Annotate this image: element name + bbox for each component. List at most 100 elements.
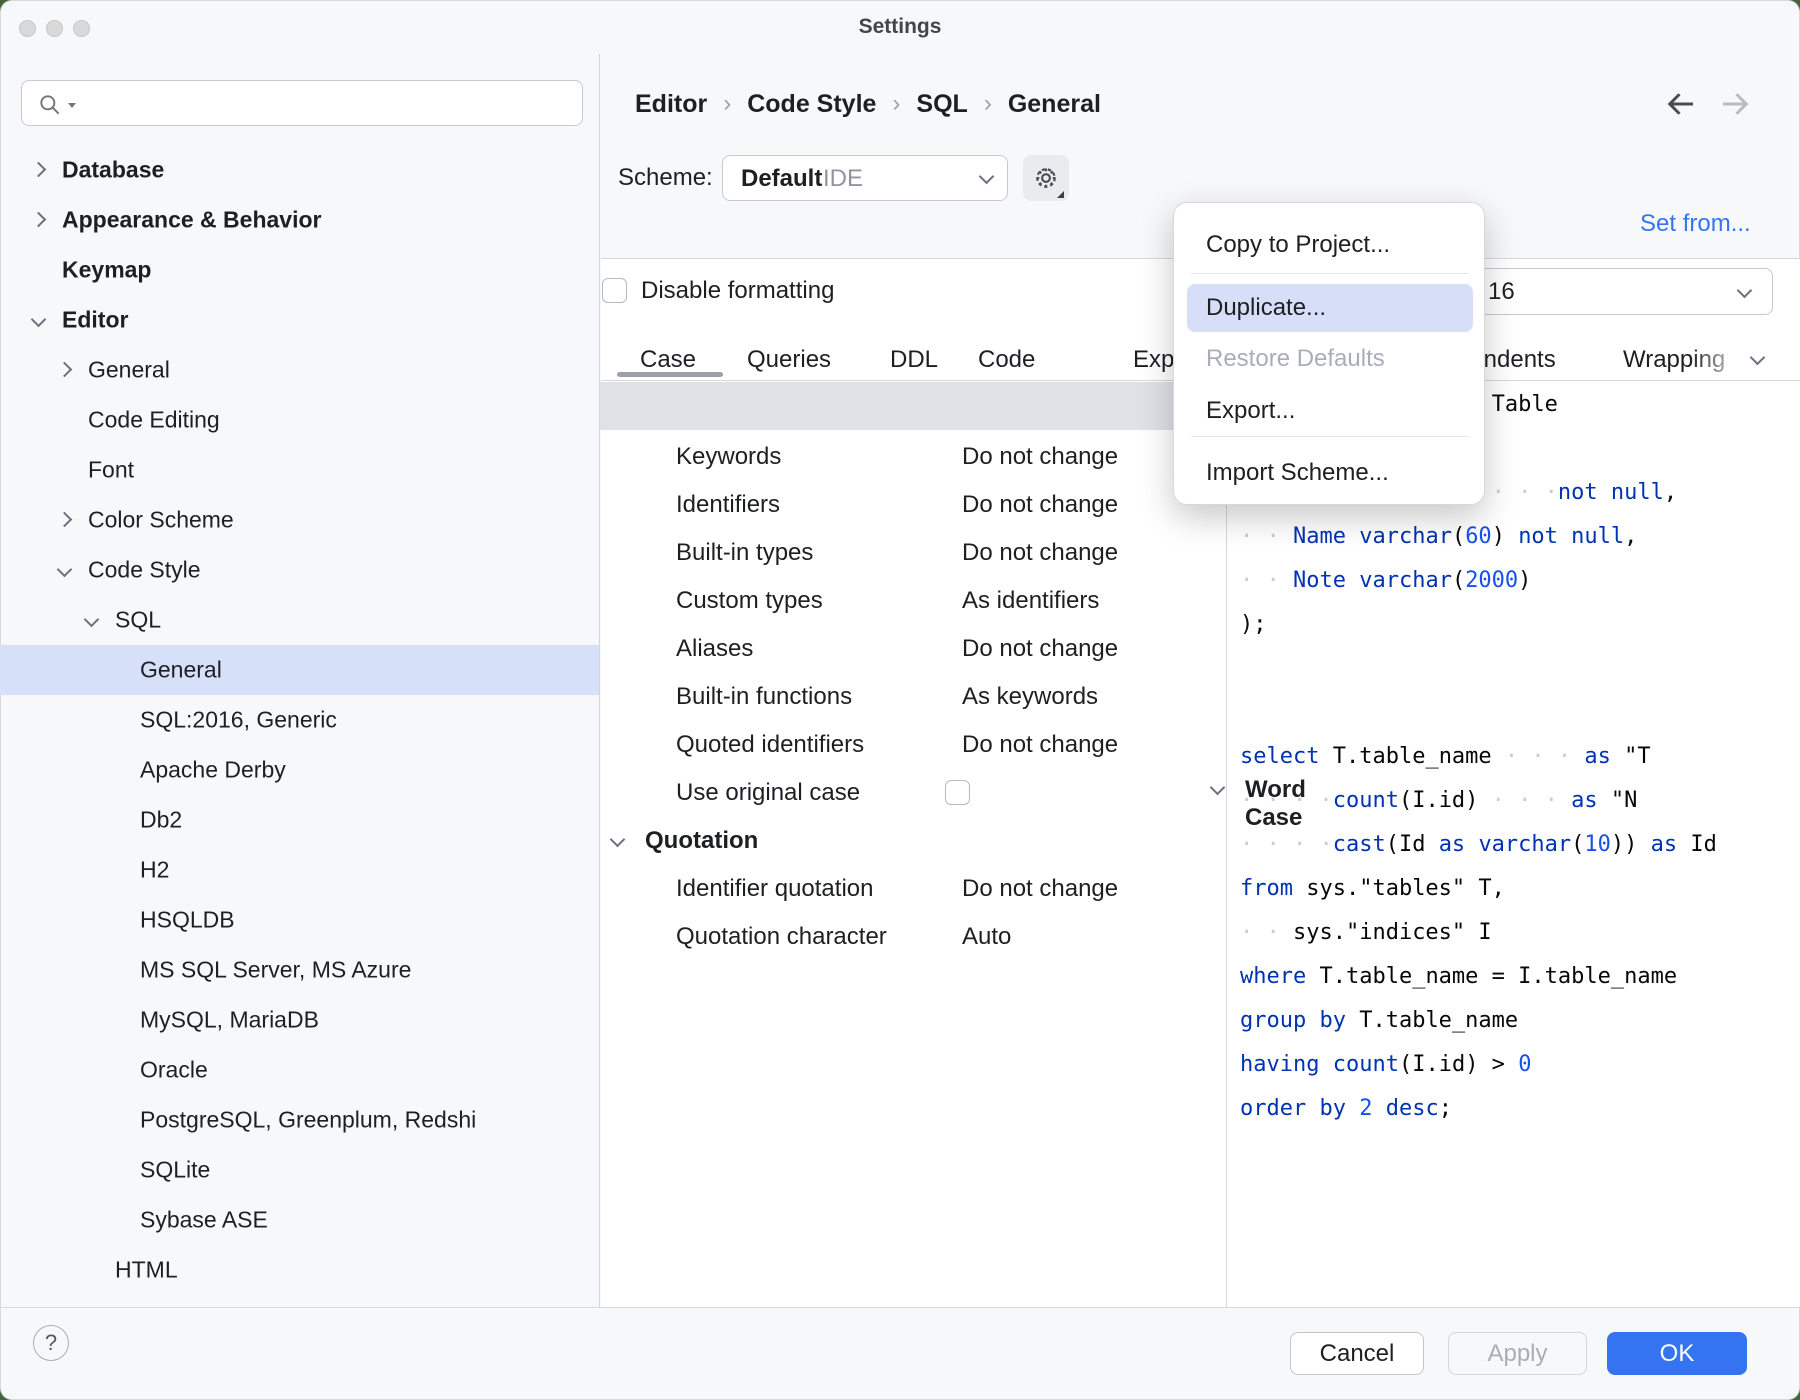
sidebar-item-mysql-mariadb[interactable]: MySQL, MariaDB xyxy=(0,995,599,1045)
menu-item-import-scheme[interactable]: Import Scheme... xyxy=(1206,459,1389,487)
breadcrumb-item[interactable]: SQL xyxy=(916,90,967,119)
sidebar-item-oracle[interactable]: Oracle xyxy=(0,1045,599,1095)
menu-item-copy-to-project[interactable]: Copy to Project... xyxy=(1206,231,1390,259)
settings-sidebar: Database Appearance & Behavior Keymap Edito… xyxy=(0,54,600,1307)
ok-button[interactable]: OK xyxy=(1607,1332,1747,1375)
tab-ddl[interactable]: DDL xyxy=(890,340,938,380)
option-value[interactable]: Auto xyxy=(962,923,1011,951)
sidebar-item-sql-2016-generic[interactable]: SQL:2016, Generic xyxy=(0,695,599,745)
desktop: Settings Database Appearance & Behavior Ke… xyxy=(0,0,1800,1400)
code-line: from sys."tables" T, xyxy=(1240,876,1505,901)
sidebar-item-keymap[interactable]: Keymap xyxy=(0,245,599,295)
disable-formatting-checkbox[interactable] xyxy=(602,278,627,303)
window-title: Settings xyxy=(858,15,942,38)
code-line: ); xyxy=(1240,612,1267,637)
footer-bar: ? Cancel Apply OK xyxy=(0,1308,1800,1400)
scheme-label: Scheme: xyxy=(618,164,713,191)
breadcrumb-item[interactable]: General xyxy=(1008,90,1101,119)
sidebar-item-label: SQLite xyxy=(140,1156,211,1183)
sidebar-item-code-style[interactable]: Code Style xyxy=(0,545,599,595)
breadcrumb-separator: › xyxy=(723,90,732,117)
sidebar-item-sqlite[interactable]: SQLite xyxy=(0,1145,599,1195)
menu-item-export[interactable]: Export... xyxy=(1206,397,1295,425)
breadcrumb-separator: › xyxy=(892,90,901,117)
sidebar-item-label: Apache Derby xyxy=(140,756,286,783)
chevron-right-icon[interactable] xyxy=(30,211,47,228)
search-input[interactable] xyxy=(96,85,570,123)
sidebar-item-appearance-behavior[interactable]: Appearance & Behavior xyxy=(0,195,599,245)
sidebar-item-label: General xyxy=(140,656,222,683)
option-value[interactable]: Do not change xyxy=(962,443,1118,471)
breadcrumb-item[interactable]: Editor xyxy=(635,90,707,119)
sidebar-item-general[interactable]: General xyxy=(0,645,599,695)
sidebar-item-sql[interactable]: SQL xyxy=(0,595,599,645)
menu-separator xyxy=(1191,436,1469,437)
option-value[interactable]: Do not change xyxy=(962,491,1118,519)
scheme-gear-button[interactable] xyxy=(1023,155,1069,201)
sidebar-item-h2[interactable]: H2 xyxy=(0,845,599,895)
breadcrumb: Editor › Code Style › SQL › General xyxy=(635,84,1101,124)
scheme-select[interactable]: Default IDE xyxy=(722,155,1008,201)
chevron-down-icon xyxy=(978,168,995,185)
menu-item-duplicate[interactable]: Duplicate... xyxy=(1206,294,1326,322)
chevron-right-icon[interactable] xyxy=(56,361,73,378)
scheme-value: Default xyxy=(741,165,823,192)
sidebar-item-label: MySQL, MariaDB xyxy=(140,1006,319,1033)
back-arrow-icon[interactable] xyxy=(1663,86,1699,122)
sidebar-item-hsqldb[interactable]: HSQLDB xyxy=(0,895,599,945)
chevron-down-icon[interactable] xyxy=(56,561,73,578)
scheme-gear-menu: Copy to Project... Duplicate... Restore De… xyxy=(1173,202,1485,505)
option-value[interactable]: Do not change xyxy=(962,539,1118,567)
set-from-link[interactable]: Set from... xyxy=(1640,210,1751,238)
sidebar-item-label: PostgreSQL, Greenplum, Redshi xyxy=(140,1106,477,1133)
option-checkbox[interactable] xyxy=(945,780,970,805)
preview-divider xyxy=(1226,381,1227,1307)
option-value[interactable]: As keywords xyxy=(962,683,1098,711)
sidebar-item-html[interactable]: HTML xyxy=(0,1245,599,1295)
cancel-button[interactable]: Cancel xyxy=(1290,1332,1424,1375)
search-filter-caret-icon xyxy=(68,103,76,108)
tab-indents[interactable]: Indents xyxy=(1477,340,1556,380)
sidebar-item-apache-derby[interactable]: Apache Derby xyxy=(0,745,599,795)
tab-queries[interactable]: Queries xyxy=(747,340,831,380)
code-line: having count(I.id) > 0 xyxy=(1240,1052,1532,1077)
sidebar-item-label: General xyxy=(88,356,170,383)
sidebar-item-label: Editor xyxy=(62,306,129,333)
sidebar-item-font[interactable]: Font xyxy=(0,445,599,495)
help-button[interactable]: ? xyxy=(33,1325,69,1361)
sidebar-item-color-scheme[interactable]: Color Scheme xyxy=(0,495,599,545)
sidebar-item-label: Keymap xyxy=(62,256,152,283)
sidebar-item-database[interactable]: Database xyxy=(0,145,599,195)
search-box[interactable] xyxy=(21,80,583,126)
option-value[interactable]: Do not change xyxy=(962,731,1118,759)
sidebar-item-code-editing[interactable]: Code Editing xyxy=(0,395,599,445)
tab-code[interactable]: Code xyxy=(978,340,1035,380)
code-line: group by T.table_name xyxy=(1240,1008,1519,1033)
option-label: Identifier quotation xyxy=(676,875,874,902)
chevron-down-icon[interactable] xyxy=(83,611,100,628)
sidebar-item-ms-sql-server-ms-azure[interactable]: MS SQL Server, MS Azure xyxy=(0,945,599,995)
option-label: Quoted identifiers xyxy=(676,731,865,758)
sidebar-item-label: HTML xyxy=(115,1256,178,1283)
menu-item-restore-defaults: Restore Defaults xyxy=(1206,345,1385,372)
search-icon xyxy=(40,95,60,115)
sidebar-item-sybase-ase[interactable]: Sybase ASE xyxy=(0,1195,599,1245)
sidebar-item-db2[interactable]: Db2 xyxy=(0,795,599,845)
sidebar-item-postgresql-greenplum-redshi[interactable]: PostgreSQL, Greenplum, Redshi xyxy=(0,1095,599,1145)
breadcrumb-item[interactable]: Code Style xyxy=(747,90,876,119)
chevron-right-icon[interactable] xyxy=(56,511,73,528)
option-value[interactable]: Do not change xyxy=(962,875,1118,903)
sidebar-item-general[interactable]: General xyxy=(0,345,599,395)
chevron-down-icon[interactable] xyxy=(30,311,47,328)
forward-arrow-icon[interactable] xyxy=(1717,86,1753,122)
option-value[interactable]: Do not change xyxy=(962,635,1118,663)
sidebar-item-label: HSQLDB xyxy=(140,906,235,933)
sidebar-item-editor[interactable]: Editor xyxy=(0,295,599,345)
sidebar-item-label: Db2 xyxy=(140,806,183,833)
option-value[interactable]: As identifiers xyxy=(962,587,1099,615)
chevron-right-icon[interactable] xyxy=(30,161,47,178)
gear-icon xyxy=(1036,168,1056,188)
apply-button[interactable]: Apply xyxy=(1448,1332,1587,1375)
